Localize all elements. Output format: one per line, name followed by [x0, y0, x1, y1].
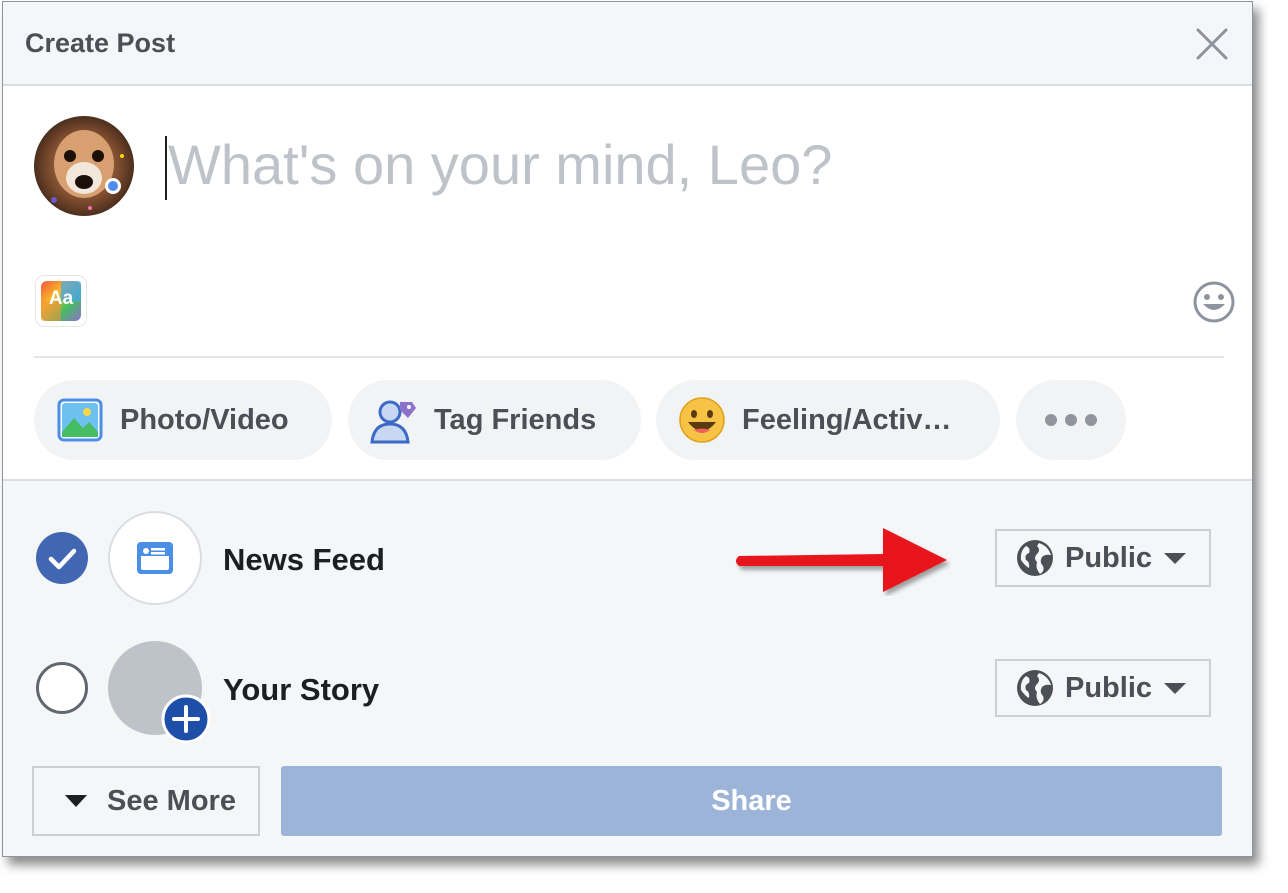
news-feed-privacy-selector[interactable]: Public	[995, 529, 1211, 587]
action-label: Feeling/Activ…	[742, 403, 952, 436]
post-input[interactable]: What's on your mind, Leo?	[168, 132, 832, 197]
close-icon[interactable]	[1194, 26, 1230, 62]
create-post-dialog: Create Post What's on your mind, Leo? Aa…	[2, 1, 1253, 857]
feeling-activity-button[interactable]: Feeling/Activ…	[656, 380, 1000, 460]
photo-video-button[interactable]: Photo/Video	[34, 380, 332, 460]
chevron-down-icon	[1164, 682, 1187, 694]
see-more-button[interactable]: See More	[32, 766, 260, 836]
action-label: Tag Friends	[434, 403, 597, 436]
privacy-label: Public	[1065, 671, 1153, 704]
tag-friends-icon	[370, 400, 416, 444]
your-story-privacy-selector[interactable]: Public	[995, 659, 1211, 717]
photo-video-icon	[57, 398, 103, 442]
privacy-label: Public	[1065, 541, 1153, 574]
news-feed-icon	[108, 511, 202, 605]
emoji-icon[interactable]	[1192, 280, 1236, 324]
share-button[interactable]: Share	[281, 766, 1222, 836]
feeling-emoji-icon	[679, 397, 725, 443]
more-dots-icon	[1045, 414, 1057, 426]
your-story-checkbox[interactable]	[36, 662, 88, 714]
annotation-arrow-icon	[736, 528, 947, 592]
caret-down-icon	[65, 795, 87, 807]
destination-label: News Feed	[223, 542, 385, 577]
text-format-button[interactable]: Aa	[36, 276, 86, 326]
dialog-header: Create Post	[3, 2, 1252, 86]
see-more-label: See More	[107, 784, 236, 817]
composer-divider	[34, 356, 1224, 358]
avatar	[34, 116, 134, 216]
dialog-title: Create Post	[25, 28, 176, 58]
action-label: Photo/Video	[120, 403, 289, 436]
composer-area: What's on your mind, Leo? Aa Photo/Video…	[3, 86, 1252, 481]
chevron-down-icon	[1164, 552, 1187, 564]
destination-row-news-feed: News Feed Public	[3, 507, 1252, 607]
share-label: Share	[711, 784, 792, 817]
checkmark-icon	[48, 548, 77, 570]
globe-icon	[1017, 670, 1053, 706]
text-caret	[165, 136, 167, 200]
more-options-button[interactable]	[1016, 380, 1126, 460]
globe-icon	[1017, 540, 1053, 576]
text-format-label: Aa	[48, 288, 74, 309]
add-story-icon[interactable]	[161, 694, 211, 744]
destination-label: Your Story	[223, 672, 380, 707]
news-feed-checkbox[interactable]	[36, 532, 88, 584]
tag-friends-button[interactable]: Tag Friends	[348, 380, 641, 460]
destination-row-your-story: Your Story Public	[3, 637, 1252, 744]
